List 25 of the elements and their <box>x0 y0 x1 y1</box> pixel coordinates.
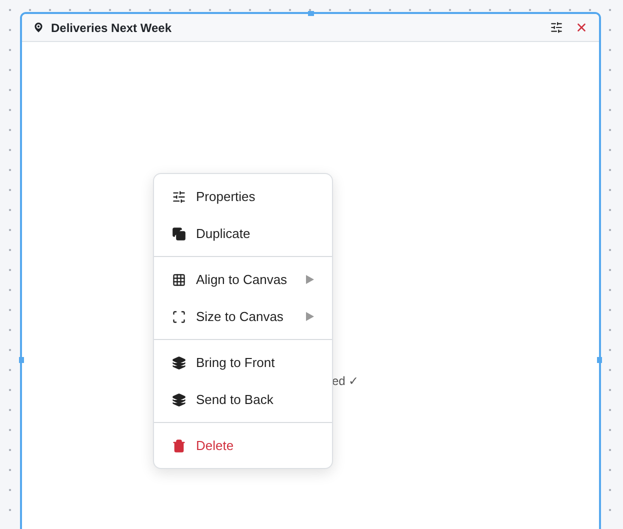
layers-icon <box>172 356 186 370</box>
menu-item[interactable]: Bring to Front <box>154 344 332 381</box>
menu-item[interactable]: Duplicate <box>154 215 332 252</box>
menu-item[interactable]: Properties <box>154 178 332 215</box>
resize-handle[interactable] <box>308 11 314 16</box>
menu-item[interactable]: Align to Canvas <box>154 261 332 298</box>
copy-icon <box>172 226 186 240</box>
sliders-icon <box>172 190 186 204</box>
body-text: ed ✓ <box>332 374 359 388</box>
menu-item[interactable]: Delete <box>154 427 332 464</box>
trash-icon <box>172 438 186 452</box>
panel-title: Deliveries Next Week <box>51 20 172 36</box>
resize-handle[interactable] <box>597 357 602 363</box>
settings-icon <box>550 21 563 34</box>
menu-item[interactable]: Size to Canvas <box>154 298 332 335</box>
resize-handle[interactable] <box>19 357 24 363</box>
map-pin-icon <box>32 21 45 34</box>
submenu-arrow-icon <box>306 275 314 284</box>
submenu-arrow-icon <box>306 312 314 321</box>
grid-icon <box>172 272 186 286</box>
settings-button[interactable] <box>549 20 564 35</box>
menu-item[interactable]: Send to Back <box>154 381 332 418</box>
frame-corners-icon <box>172 310 186 324</box>
close-icon <box>575 21 588 34</box>
layers-icon <box>172 392 186 406</box>
